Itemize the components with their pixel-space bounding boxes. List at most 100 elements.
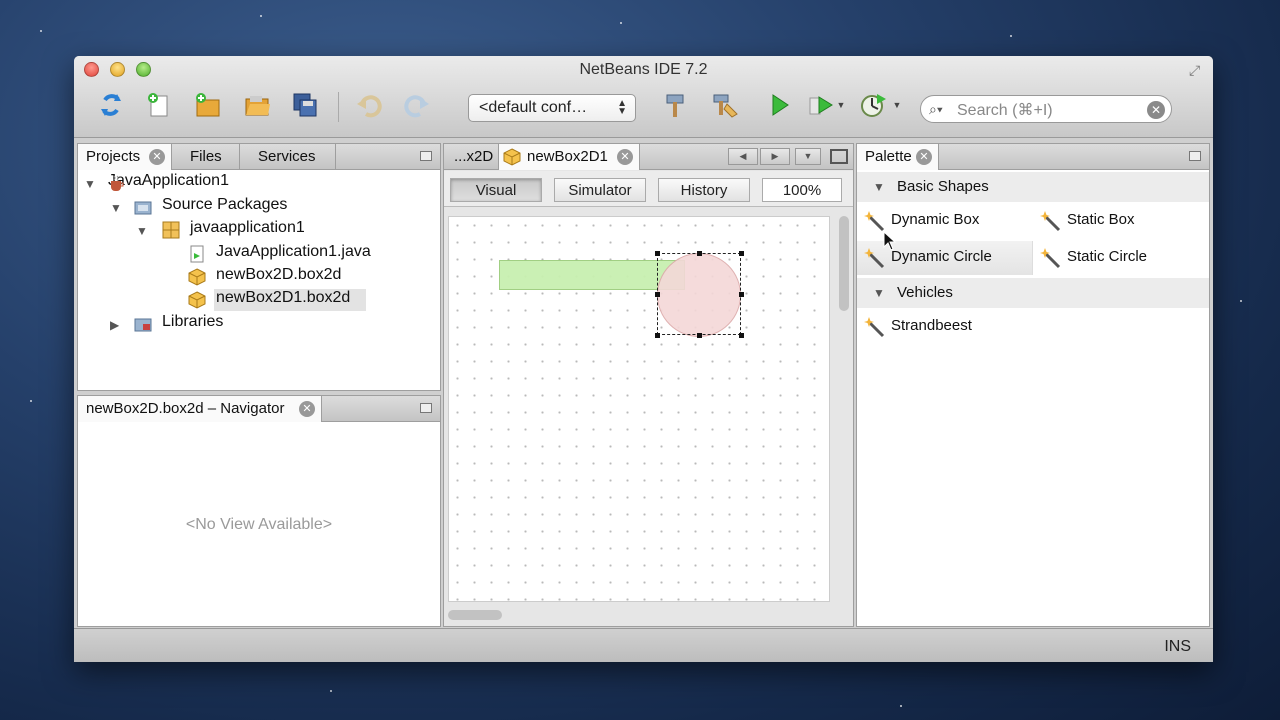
redo-icon[interactable] xyxy=(400,88,434,122)
resize-handle[interactable] xyxy=(697,251,702,256)
search-placeholder: Search (⌘+I) xyxy=(957,102,1053,119)
star xyxy=(30,400,32,402)
selection-box xyxy=(657,253,741,335)
clean-build-icon[interactable] xyxy=(708,88,742,122)
box2d-file-icon xyxy=(188,268,206,286)
maximize-window-icon[interactable] xyxy=(830,149,848,164)
magic-wand-icon xyxy=(864,317,885,338)
coffee-cup-icon xyxy=(111,175,124,191)
close-tab-icon[interactable]: ✕ xyxy=(299,401,315,417)
resize-handle[interactable] xyxy=(739,333,744,338)
tab-newbox2d[interactable]: ...x2D xyxy=(444,144,498,170)
tab-projects[interactable]: Projects ✕ xyxy=(78,144,172,170)
clear-search-icon[interactable]: ✕ xyxy=(1147,101,1165,119)
expanded-disclosure-icon: ▼ xyxy=(873,286,885,300)
item-label: Static Circle xyxy=(1067,248,1148,265)
tree-item-package[interactable]: javaapplication1 xyxy=(160,219,305,241)
navigator-panel: newBox2D.box2d – Navigator ✕ <No View Av… xyxy=(77,395,441,627)
box2d1-file-label: newBox2D1.box2d xyxy=(216,289,351,306)
java-file-icon xyxy=(190,245,204,263)
tab-navigator[interactable]: newBox2D.box2d – Navigator ✕ xyxy=(78,396,322,422)
update-icon[interactable] xyxy=(94,88,128,122)
resize-handle[interactable] xyxy=(739,292,744,297)
undo-icon[interactable] xyxy=(352,88,386,122)
item-label: Dynamic Circle xyxy=(891,248,992,265)
profile-icon[interactable] xyxy=(856,88,890,122)
toolbar-separator xyxy=(338,92,339,122)
vertical-scrollbar[interactable] xyxy=(839,216,849,311)
resize-handle[interactable] xyxy=(655,251,660,256)
tab-newbox2d1[interactable]: newBox2D1 ✕ xyxy=(498,144,640,170)
tab-label: newBox2D.box2d – Navigator xyxy=(86,400,285,417)
expanded-disclosure-icon[interactable]: ▼ xyxy=(110,201,122,215)
horizontal-scrollbar[interactable] xyxy=(448,610,502,620)
tab-label: Services xyxy=(258,148,316,165)
section-label: Vehicles xyxy=(897,284,953,301)
tab-files[interactable]: Files xyxy=(172,144,240,170)
visual-canvas[interactable] xyxy=(448,216,830,602)
source-packages-label: Source Packages xyxy=(162,196,288,213)
close-tab-icon[interactable]: ✕ xyxy=(617,149,633,165)
projects-tabstrip: Projects ✕ Files Services xyxy=(78,144,440,170)
tree-item-box2d-file[interactable]: newBox2D.box2d xyxy=(186,266,341,288)
magic-wand-icon xyxy=(864,248,885,269)
resize-handle[interactable] xyxy=(697,333,702,338)
collapsed-disclosure-icon[interactable]: ▶ xyxy=(110,318,119,332)
tree-item-java-file[interactable]: JavaApplication1.java xyxy=(186,243,371,265)
debug-dropdown-icon[interactable]: ▼ xyxy=(834,88,848,122)
new-project-icon[interactable] xyxy=(190,88,224,122)
palette-item-strandbeest[interactable]: Strandbeest xyxy=(857,310,1033,344)
debug-icon[interactable] xyxy=(804,88,838,122)
history-view-button[interactable]: History xyxy=(658,178,750,202)
scroll-tabs-left-button[interactable]: ◀ xyxy=(728,148,758,165)
save-all-icon[interactable] xyxy=(288,88,322,122)
close-tab-icon[interactable]: ✕ xyxy=(149,149,165,165)
window-title: NetBeans IDE 7.2 xyxy=(579,61,708,78)
libraries-icon xyxy=(134,318,152,332)
star xyxy=(620,22,622,24)
new-file-icon[interactable] xyxy=(142,88,176,122)
tab-services[interactable]: Services xyxy=(240,144,336,170)
magic-wand-icon xyxy=(1040,211,1061,232)
zoom-field[interactable]: 100% xyxy=(762,178,842,202)
tree-item-project[interactable]: JavaApplication1 xyxy=(108,172,229,194)
search-input[interactable]: ⌕▾ Search (⌘+I) ✕ xyxy=(920,95,1172,123)
box2d-file-icon xyxy=(503,148,521,166)
profile-dropdown-icon[interactable]: ▼ xyxy=(890,88,904,122)
resize-handle[interactable] xyxy=(655,333,660,338)
tab-label: newBox2D1 xyxy=(527,148,608,165)
palette-item-static-circle[interactable]: Static Circle xyxy=(1033,241,1209,275)
projects-panel: Projects ✕ Files Services JavaApplicatio… xyxy=(77,143,441,391)
tab-palette[interactable]: Palette ✕ xyxy=(857,144,939,170)
simulator-view-button[interactable]: Simulator xyxy=(554,178,646,202)
netbeans-window: NetBeans IDE 7.2 ⤢ <default conf… ▲ ▼ ▼ … xyxy=(74,56,1213,662)
fullscreen-icon[interactable]: ⤢ xyxy=(1189,62,1205,78)
open-project-icon[interactable] xyxy=(240,88,274,122)
editor-panel: ...x2D newBox2D1 ✕ ◀ ▶ ▼ Visual Simulato… xyxy=(443,143,854,627)
item-label: Strandbeest xyxy=(891,317,972,334)
mouse-cursor-icon xyxy=(883,231,897,251)
tree-item-source-packages[interactable]: Source Packages xyxy=(132,196,287,218)
expanded-disclosure-icon[interactable]: ▼ xyxy=(136,224,148,238)
run-icon[interactable] xyxy=(762,88,796,122)
build-hammer-icon[interactable] xyxy=(658,88,692,122)
palette-panel: Palette ✕ ▼ Basic Shapes Dynamic Box Sta… xyxy=(856,143,1210,627)
close-tab-icon[interactable]: ✕ xyxy=(916,149,932,165)
tree-item-box2d1-file[interactable]: newBox2D1.box2d xyxy=(214,289,366,311)
expanded-disclosure-icon[interactable]: ▼ xyxy=(84,177,96,191)
resize-handle[interactable] xyxy=(655,292,660,297)
minimize-panel-icon[interactable] xyxy=(420,403,432,413)
configuration-value: <default conf… xyxy=(479,99,588,116)
minimize-panel-icon[interactable] xyxy=(1189,151,1201,161)
minimize-panel-icon[interactable] xyxy=(420,151,432,161)
scroll-tabs-right-button[interactable]: ▶ xyxy=(760,148,790,165)
visual-view-button[interactable]: Visual xyxy=(450,178,542,202)
show-opened-documents-button[interactable]: ▼ xyxy=(795,148,821,165)
palette-section-vehicles[interactable]: ▼ Vehicles xyxy=(857,278,1209,308)
resize-handle[interactable] xyxy=(739,251,744,256)
box2d-file-label: newBox2D.box2d xyxy=(216,266,342,283)
configuration-select[interactable]: <default conf… ▲ ▼ xyxy=(468,94,636,122)
star xyxy=(330,690,332,692)
palette-section-basic-shapes[interactable]: ▼ Basic Shapes xyxy=(857,172,1209,202)
palette-item-static-box[interactable]: Static Box xyxy=(1033,204,1209,238)
